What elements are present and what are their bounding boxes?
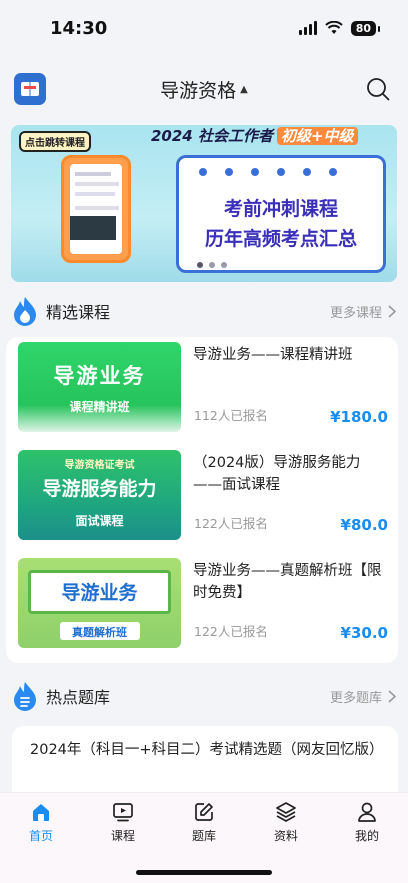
phone-illustration (61, 155, 131, 263)
carousel-dots (197, 262, 227, 268)
course-enrolled: 122人已报名 (194, 624, 268, 639)
thumb-subtitle: 课程精讲班 (69, 400, 130, 414)
more-courses-label: 更多课程 (329, 305, 382, 321)
course-price: ¥180.0 (330, 408, 388, 426)
tab-questions-label: 题库 (191, 829, 216, 843)
tab-home-label: 首页 (28, 829, 53, 843)
search-icon[interactable] (366, 77, 390, 101)
app-logo[interactable] (14, 73, 46, 105)
chevron-right-icon (388, 689, 396, 703)
phone-screen (70, 164, 122, 254)
course-name[interactable]: 导游业务——真题解析班【限时免费】 (193, 560, 388, 604)
thumb-subtitle: 面试课程 (75, 514, 124, 528)
play-icon (113, 803, 133, 822)
banner-cta[interactable]: 点击跳转课程 (19, 131, 91, 152)
flame-icon (14, 682, 36, 711)
battery-indicator: 80 (350, 20, 381, 36)
featured-title: 精选课程 (46, 303, 111, 322)
banner-board-line1: 考前冲刺课程 (223, 198, 338, 220)
wifi-icon (324, 21, 343, 34)
layers-icon (276, 802, 296, 822)
book-icon (21, 82, 39, 96)
thumb-title: 导游业务 (61, 582, 138, 604)
tab-materials[interactable]: 资料 (256, 801, 316, 844)
course-thumbnail[interactable]: 导游业务 真题解析班 (18, 558, 181, 648)
tab-materials-label: 资料 (273, 829, 298, 843)
banner-board: 考前冲刺课程 历年高频考点汇总 (176, 155, 386, 273)
hot-section-header: 热点题库 更多题库 (12, 679, 396, 713)
tab-courses[interactable]: 课程 (93, 801, 153, 844)
promo-banner[interactable]: 点击跳转课程 2024 社会工作者 初级+中级 考前冲刺课程 历年高频考点汇总 (11, 125, 397, 282)
home-icon (33, 804, 49, 821)
featured-section-header: 精选课程 更多课程 (12, 294, 396, 328)
status-bar: 14:30 80 (0, 0, 408, 56)
course-list-card: 导游业务 课程精讲班 导游业务——课程精讲班 112人已报名 ¥180.0 导游… (6, 337, 398, 663)
course-item[interactable]: 导游业务 真题解析班 导游业务——真题解析班【限时免费】 122人已报名 ¥30… (18, 558, 388, 648)
more-questions-label: 更多题库 (329, 690, 382, 706)
course-thumbnail[interactable]: 导游资格证考试 导游服务能力 面试课程 (18, 450, 181, 540)
home-indicator (136, 870, 272, 875)
banner-headline-text: 2024 社会工作者 (151, 127, 273, 145)
tab-courses-label: 课程 (110, 829, 135, 843)
banner-headline-tag: 初级+中级 (276, 127, 358, 145)
app-header: 导游资格 ▲ (0, 66, 408, 112)
course-enrolled: 112人已报名 (194, 408, 268, 423)
thumb-title: 导游业务 (53, 364, 146, 388)
page-title[interactable]: 导游资格 (160, 76, 236, 103)
more-courses-link[interactable]: 更多课程 (330, 302, 396, 321)
thumb-title: 导游服务能力 (42, 478, 157, 500)
flame-icon (14, 297, 36, 326)
thumb-subtitle: 真题解析班 (72, 626, 127, 639)
chevron-right-icon (388, 304, 396, 318)
status-icons: 80 (298, 20, 381, 36)
more-questions-link[interactable]: 更多题库 (330, 687, 396, 706)
banner-board-line2: 历年高频考点汇总 (204, 228, 357, 250)
signal-icon (298, 21, 317, 35)
hot-title: 热点题库 (46, 688, 111, 707)
course-item[interactable]: 导游业务 课程精讲班 导游业务——课程精讲班 112人已报名 ¥180.0 (18, 342, 388, 432)
tab-questions[interactable]: 题库 (174, 801, 234, 844)
dropdown-caret-icon[interactable]: ▲ (240, 84, 248, 95)
course-price: ¥30.0 (340, 624, 388, 642)
banner-headline: 2024 社会工作者 初级+中级 (151, 125, 358, 146)
phone-video (70, 216, 116, 240)
course-enrolled: 122人已报名 (194, 516, 268, 531)
course-name[interactable]: 导游业务——课程精讲班 (193, 344, 388, 366)
course-name[interactable]: （2024版）导游服务能力——面试课程 (193, 452, 388, 496)
course-thumbnail[interactable]: 导游业务 课程精讲班 (18, 342, 181, 432)
tab-home[interactable]: 首页 (11, 801, 71, 844)
status-time: 14:30 (50, 17, 108, 39)
tab-profile-label: 我的 (354, 829, 379, 843)
bottom-tab-bar: 首页 课程 题库 资料 我的 (0, 792, 408, 883)
edit-icon (195, 803, 213, 821)
user-icon (358, 802, 376, 822)
question-bank-title[interactable]: 2024年（科目一+科目二）考试精选题（网友回忆版） (30, 742, 384, 758)
thumb-top-text: 导游资格证考试 (64, 460, 135, 471)
tab-profile[interactable]: 我的 (337, 801, 397, 844)
course-item[interactable]: 导游资格证考试 导游服务能力 面试课程 （2024版）导游服务能力——面试课程 … (18, 450, 388, 540)
course-price: ¥80.0 (340, 516, 388, 534)
